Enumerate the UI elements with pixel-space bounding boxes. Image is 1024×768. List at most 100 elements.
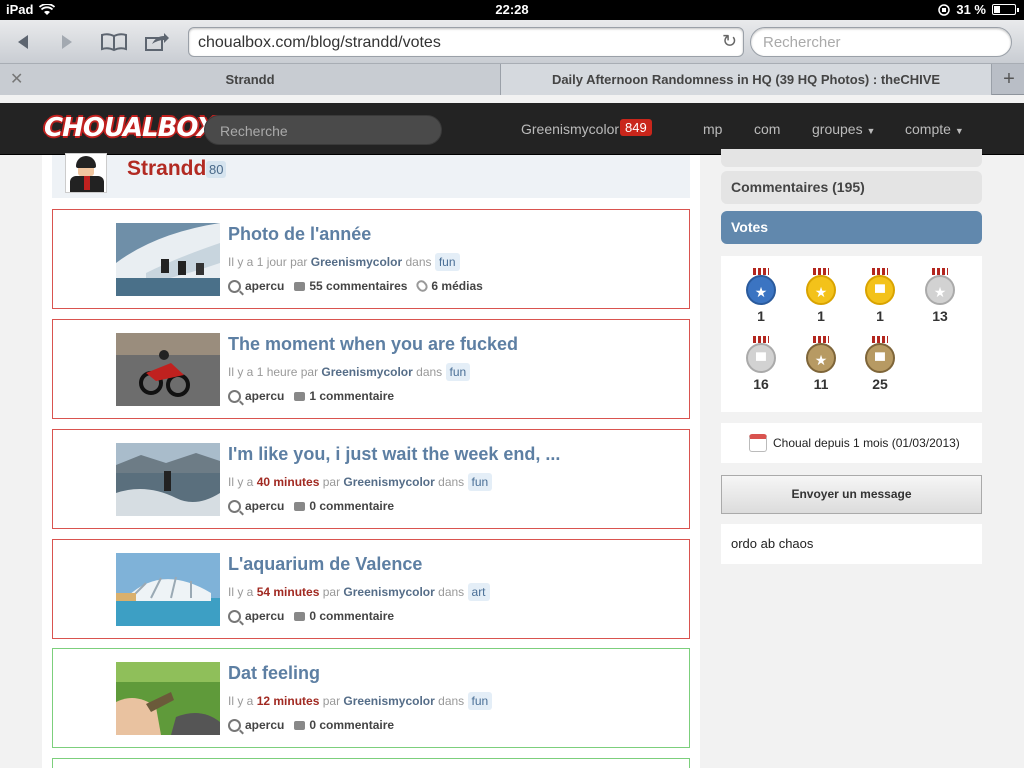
tab-close-icon[interactable]: ✕: [10, 64, 23, 95]
star-icon: ★: [806, 343, 836, 373]
meta-in: dans: [438, 475, 465, 489]
meta-in: dans: [438, 694, 465, 708]
post-thumbnail[interactable]: [116, 223, 220, 296]
medal[interactable]: ★ 13: [920, 268, 960, 324]
post-tag[interactable]: fun: [467, 692, 493, 710]
post-tag[interactable]: fun: [434, 253, 460, 271]
profile-name[interactable]: Strandd: [127, 157, 206, 181]
post-thumbnail[interactable]: [116, 443, 220, 516]
post-meta: Il y a 1 heure par Greenismycolor dans f…: [228, 363, 471, 381]
comments-link[interactable]: 0 commentaire: [294, 609, 394, 623]
tab-title: Daily Afternoon Randomness in HQ (39 HQ …: [551, 72, 941, 87]
medal[interactable]: ▀ 25: [860, 336, 900, 392]
forward-arrow-icon: [62, 35, 72, 49]
browser-toolbar: choualbox.com/blog/strandd/votes ↻ Reche…: [0, 20, 1024, 64]
post-author[interactable]: Greenismycolor: [343, 585, 434, 599]
medal[interactable]: ★ 1: [741, 268, 781, 324]
post-title[interactable]: Photo de l'année: [228, 224, 371, 245]
share-button[interactable]: [142, 28, 172, 56]
post-actions: apercu 0 commentaire: [228, 718, 394, 732]
medal[interactable]: ★ 1: [801, 268, 841, 324]
post-actions: apercu 1 commentaire: [228, 389, 394, 403]
post-time: 12 minutes: [256, 694, 320, 708]
comment-icon: [294, 281, 306, 291]
site-search-placeholder: Recherche: [220, 123, 288, 139]
zoom-icon: [228, 279, 241, 293]
post-tag[interactable]: fun: [445, 363, 471, 381]
comment-icon: [294, 611, 306, 621]
preview-button[interactable]: apercu: [228, 279, 284, 293]
meta-by: par: [322, 694, 341, 708]
send-message-button[interactable]: Envoyer un message: [721, 475, 982, 514]
nav-com[interactable]: com: [754, 121, 780, 137]
comments-link[interactable]: 1 commentaire: [294, 389, 394, 403]
post-title[interactable]: I'm like you, i just wait the week end, …: [228, 444, 560, 465]
post-thumbnail[interactable]: [116, 553, 220, 626]
meta-in: dans: [416, 365, 443, 379]
post-thumbnail[interactable]: [116, 333, 220, 406]
nav-compte[interactable]: compte ▼: [905, 121, 964, 137]
medal[interactable]: ★ 11: [801, 336, 841, 392]
post-time: 54 minutes: [256, 585, 320, 599]
new-tab-button[interactable]: +: [994, 64, 1024, 95]
preview-button[interactable]: apercu: [228, 609, 284, 623]
post-author[interactable]: Greenismycolor: [343, 475, 434, 489]
post-title[interactable]: L'aquarium de Valence: [228, 554, 422, 575]
post-author[interactable]: Greenismycolor: [343, 694, 434, 708]
notification-badge[interactable]: 849: [620, 119, 652, 136]
post-meta: Il y a 54 minutes par Greenismycolor dan…: [228, 583, 490, 601]
sidebar-tab-partial[interactable]: [721, 149, 982, 167]
forward-button[interactable]: [52, 28, 82, 56]
avatar[interactable]: [65, 153, 107, 193]
post-time: 1 jour: [256, 255, 287, 269]
meta-prefix: Il y a: [228, 365, 254, 379]
nav-groupes[interactable]: groupes ▼: [812, 121, 875, 137]
tab-strandd[interactable]: ✕ Strandd: [0, 64, 500, 95]
post-time: 40 minutes: [256, 475, 320, 489]
tab-thechive[interactable]: Daily Afternoon Randomness in HQ (39 HQ …: [500, 64, 992, 95]
post-title[interactable]: The moment when you are fucked: [228, 334, 518, 355]
comments-link[interactable]: 55 commentaires: [294, 279, 407, 293]
post-author[interactable]: Greenismycolor: [311, 255, 402, 269]
comments-link[interactable]: 0 commentaire: [294, 499, 394, 513]
medal[interactable]: ▀ 16: [741, 336, 781, 392]
post-item: L'aquarium de Valence Il y a 54 minutes …: [52, 539, 690, 639]
member-since-text: Choual depuis 1 mois (01/03/2013): [773, 436, 960, 450]
site-search-input[interactable]: Recherche: [204, 115, 442, 145]
post-tag[interactable]: fun: [467, 473, 493, 491]
paperclip-icon: [414, 278, 431, 294]
post-author[interactable]: Greenismycolor: [321, 365, 412, 379]
medias-link[interactable]: 6 médias: [414, 278, 483, 294]
preview-button[interactable]: apercu: [228, 389, 284, 403]
preview-button[interactable]: apercu: [228, 718, 284, 732]
sidebar-tab-comments[interactable]: Commentaires (195): [721, 171, 982, 204]
nav-user-link[interactable]: Greenismycolor: [521, 121, 619, 137]
reload-icon[interactable]: ↻: [722, 31, 737, 52]
nav-mp[interactable]: mp: [703, 121, 722, 137]
preview-button[interactable]: apercu: [228, 499, 284, 513]
comments-link[interactable]: 0 commentaire: [294, 718, 394, 732]
comment-icon: ▀: [746, 343, 776, 373]
site-logo[interactable]: CHOUALBOX: [44, 113, 217, 143]
post-meta: Il y a 40 minutes par Greenismycolor dan…: [228, 473, 493, 491]
preview-label: apercu: [245, 718, 285, 732]
browser-search-placeholder: Rechercher: [763, 34, 841, 51]
medal[interactable]: ▀ 1: [860, 268, 900, 324]
post-title[interactable]: Dat feeling: [228, 663, 320, 684]
post-thumbnail[interactable]: [116, 662, 220, 735]
preview-label: apercu: [245, 389, 285, 403]
sidebar-tab-votes[interactable]: Votes: [721, 211, 982, 244]
meta-prefix: Il y a: [228, 694, 254, 708]
back-button[interactable]: [8, 28, 38, 56]
preview-label: apercu: [245, 279, 285, 293]
post-item: Photo de l'année Il y a 1 jour par Green…: [52, 209, 690, 309]
post-tag[interactable]: art: [467, 583, 490, 601]
meta-by: par: [300, 365, 319, 379]
medal-count: 1: [876, 308, 884, 324]
comment-icon: ▀: [865, 343, 895, 373]
nav-compte-label: compte: [905, 121, 951, 137]
bookmarks-button[interactable]: [98, 28, 130, 56]
profile-header: Strandd 80: [52, 153, 690, 198]
url-bar[interactable]: choualbox.com/blog/strandd/votes ↻: [188, 27, 744, 57]
browser-search-field[interactable]: Rechercher: [750, 27, 1012, 57]
